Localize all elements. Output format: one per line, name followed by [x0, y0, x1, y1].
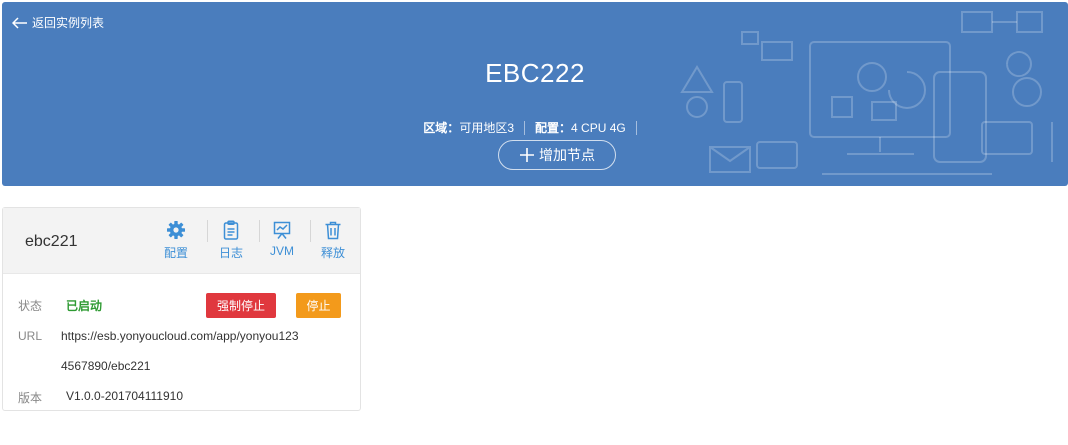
- url-value-line1: https://esb.yonyoucloud.com/app/yonyou12…: [61, 329, 299, 343]
- jvm-tool-label: JVM: [270, 244, 294, 258]
- config-value: 4 CPU 4G: [571, 121, 626, 135]
- url-label: URL: [18, 329, 43, 343]
- page-title: EBC222: [485, 58, 585, 88]
- instance-card: ebc221 配置 日志 JVM 释放 状态 已启动 强制停止 停止 URL h…: [2, 207, 361, 411]
- add-node-label: 增加节点: [539, 147, 595, 163]
- toolbar-divider: [207, 220, 208, 242]
- version-label: 版本: [18, 391, 43, 405]
- presentation-chart-icon: [273, 221, 291, 239]
- config-tool-button[interactable]: 配置: [156, 220, 196, 261]
- meta-divider: [524, 121, 525, 135]
- toolbar-divider: [310, 220, 311, 242]
- region-value: 可用地区3: [459, 121, 514, 135]
- force-stop-button[interactable]: 强制停止: [206, 293, 276, 318]
- back-to-instance-list-link[interactable]: 返回实例列表: [12, 14, 104, 31]
- stop-label: 停止: [306, 299, 331, 313]
- config-key: 配置：: [535, 121, 572, 135]
- force-stop-label: 强制停止: [216, 299, 265, 313]
- trash-icon: [325, 221, 341, 240]
- arrow-left-icon: [12, 16, 27, 29]
- config-tool-label: 配置: [163, 246, 188, 260]
- region-key: 区域：: [423, 121, 460, 135]
- version-value: V1.0.0-201704111910: [66, 389, 183, 403]
- instance-meta: 区域：可用地区3 配置：4 CPU 4G: [2, 119, 1068, 136]
- status-label: 状态: [18, 299, 43, 313]
- stop-button[interactable]: 停止: [296, 293, 341, 318]
- jvm-tool-button[interactable]: JVM: [262, 220, 302, 258]
- plus-icon: [520, 148, 534, 162]
- release-tool-label: 释放: [320, 246, 345, 260]
- tech-illustration-decoration: [680, 11, 1053, 175]
- instance-header-banner: 返回实例列表 EBC222 区域：可用地区3 配置：4 CPU 4G 增加节点: [2, 2, 1068, 186]
- status-badge: 已启动: [66, 299, 103, 313]
- instance-name: ebc221: [25, 233, 78, 250]
- gear-icon: [167, 221, 185, 239]
- instance-card-header: ebc221 配置 日志 JVM 释放: [3, 208, 360, 274]
- log-tool-button[interactable]: 日志: [211, 220, 251, 261]
- clipboard-icon: [223, 220, 239, 240]
- meta-divider: [635, 121, 637, 135]
- back-link-label: 返回实例列表: [32, 16, 105, 30]
- toolbar-divider: [259, 220, 260, 242]
- url-value-line2: 4567890/ebc221: [61, 359, 151, 373]
- add-node-button[interactable]: 增加节点: [498, 140, 616, 170]
- release-tool-button[interactable]: 释放: [313, 220, 353, 261]
- log-tool-label: 日志: [218, 246, 243, 260]
